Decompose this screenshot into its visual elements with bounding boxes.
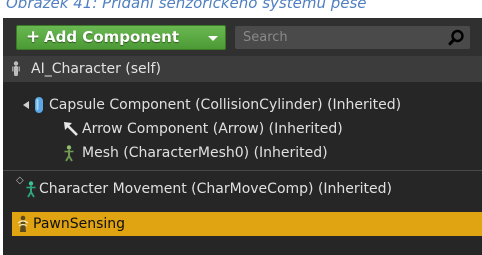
arrow-component-label: Arrow Component (Arrow) (Inherited) (82, 121, 343, 137)
figure-caption-text: Obrázek 41: Přidání senzorického systému… (6, 0, 367, 12)
tree-item-pawn-sensing[interactable]: PawnSensing (12, 212, 482, 236)
mesh-label: Mesh (CharacterMesh0) (Inherited) (82, 145, 328, 161)
tree-item-capsule-component[interactable]: Capsule Component (CollisionCylinder) (I… (3, 94, 482, 116)
tree-item-character-movement[interactable]: ◇ Character Movement (CharMoveComp) (Inh… (3, 175, 482, 200)
components-toolbar: + Add Component (3, 18, 482, 56)
search-input[interactable] (235, 26, 435, 49)
capsule-icon (35, 97, 43, 113)
self-row-label: AI_Character (self) (31, 61, 161, 77)
tree-divider (3, 170, 482, 171)
character-movement-label: Character Movement (CharMoveComp) (Inher… (39, 181, 392, 197)
figure-caption: Obrázek 41: Přidání senzorického systému… (0, 0, 482, 18)
plus-icon: + (26, 27, 41, 47)
expand-arrow-icon[interactable] (23, 101, 29, 109)
search-icon[interactable] (448, 29, 465, 46)
tree-item-arrow-component[interactable]: Arrow Component (Arrow) (Inherited) (3, 118, 482, 140)
add-component-label: Add Component (44, 28, 179, 46)
self-row[interactable]: AI_Character (self) (3, 56, 482, 82)
pawn-sensing-icon (17, 215, 29, 232)
components-panel: + Add Component AI_Character (self) Caps… (3, 18, 482, 255)
chevron-down-icon (208, 36, 218, 41)
capsule-component-label: Capsule Component (CollisionCylinder) (I… (49, 97, 402, 113)
search-box[interactable] (235, 26, 470, 49)
add-component-button[interactable]: + Add Component (16, 25, 226, 50)
sparkle-icon: ◇ (16, 175, 24, 186)
skeletal-mesh-icon (64, 145, 74, 162)
pawn-sensing-label: PawnSensing (33, 216, 126, 232)
arrow-icon (64, 122, 78, 136)
character-movement-icon (26, 181, 36, 198)
tree-item-mesh[interactable]: Mesh (CharacterMesh0) (Inherited) (3, 142, 482, 164)
character-pawn-icon (12, 61, 20, 76)
